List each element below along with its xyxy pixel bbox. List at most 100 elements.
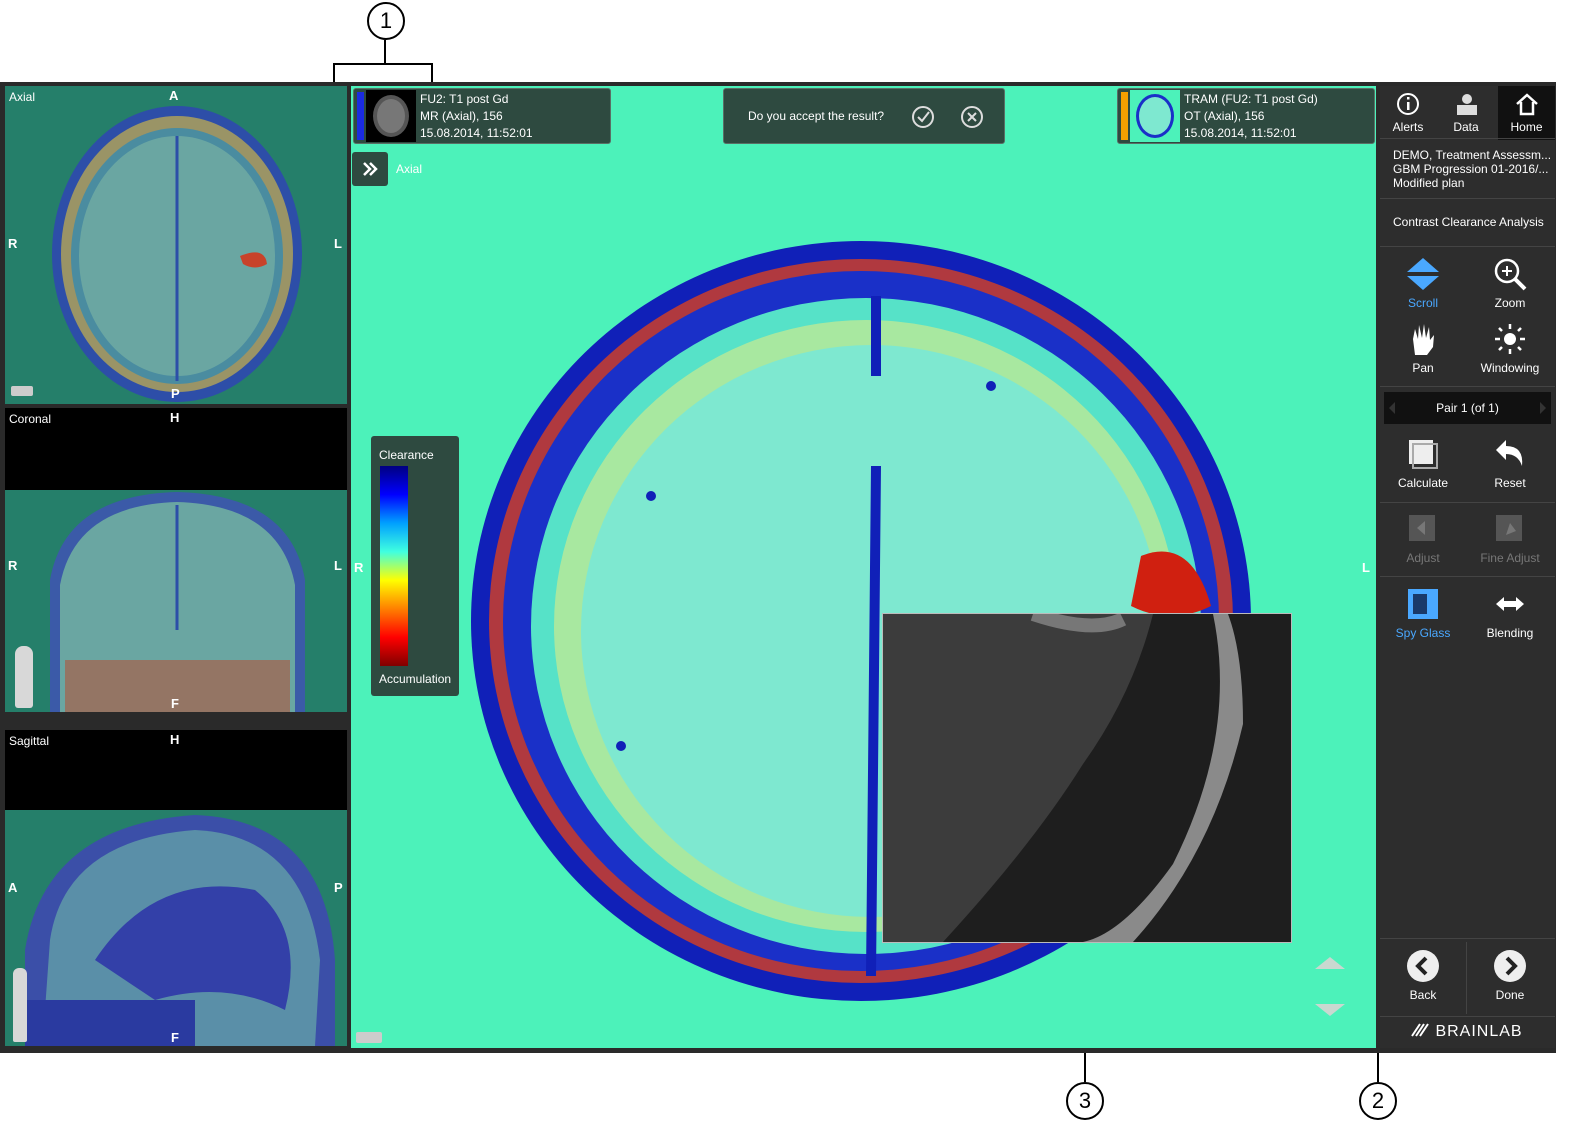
axial-orient-top: A	[169, 88, 179, 103]
main-view-label: Axial	[396, 162, 423, 176]
coronal-orient-right: L	[334, 558, 342, 573]
undo-icon	[1496, 440, 1523, 466]
scroll-tool[interactable]: Scroll	[1380, 256, 1466, 310]
coronal-orient-top: H	[170, 410, 180, 425]
sagittal-image	[25, 815, 335, 1046]
overlay-info-box[interactable]: TRAM (FU2: T1 post Gd) OT (Axial), 156 1…	[1117, 88, 1375, 144]
axial-orient-right: L	[334, 236, 342, 251]
back-arrow-icon	[1407, 950, 1439, 982]
expand-panel-button[interactable]	[352, 152, 388, 186]
info-icon	[1397, 93, 1419, 115]
pan-label: Pan	[1412, 361, 1434, 375]
zoom-icon	[1494, 258, 1527, 291]
double-chevron-right-icon	[363, 162, 378, 176]
spy-glass-icon	[1408, 589, 1438, 619]
adjust-label: Adjust	[1406, 551, 1440, 565]
camera-icon[interactable]	[11, 386, 33, 396]
coronal-label: Coronal	[9, 412, 52, 426]
fine-adjust-icon	[1496, 515, 1522, 541]
sagittal-orient-right: P	[334, 880, 343, 895]
scroll-label: Scroll	[1407, 296, 1438, 310]
plan-status: Modified plan	[1393, 176, 1465, 190]
spy-glass-label: Spy Glass	[1395, 626, 1451, 640]
brightness-icon	[1495, 324, 1525, 354]
body-orientation-icon	[15, 646, 33, 708]
overlay-date: 15.08.2014, 11:52:01	[1184, 126, 1297, 140]
legend-color-bar	[380, 466, 408, 666]
data-icon	[1457, 94, 1477, 115]
sagittal-viewport[interactable]: Sagittal H F A P	[5, 730, 347, 1046]
axial-viewport[interactable]: Axial A P R L	[5, 86, 347, 404]
done-label: Done	[1495, 988, 1525, 1002]
main-axial-viewport[interactable]	[351, 86, 1376, 1048]
data-label: Data	[1453, 120, 1479, 134]
overlay-thumbnail	[1130, 90, 1180, 142]
spy-glass-tool[interactable]: Spy Glass	[1380, 586, 1466, 640]
zoom-label: Zoom	[1494, 296, 1526, 310]
windowing-label: Windowing	[1480, 361, 1540, 375]
axial-label: Axial	[9, 90, 36, 104]
back-button[interactable]: Back	[1380, 948, 1466, 1002]
alerts-button[interactable]: Alerts	[1380, 92, 1436, 134]
analysis-title: Contrast Clearance Analysis	[1393, 215, 1544, 229]
series-info-box[interactable]: FU2: T1 post Gd MR (Axial), 156 15.08.20…	[353, 88, 611, 144]
adjust-button[interactable]: Adjust	[1380, 511, 1466, 565]
brainlab-logo: BRAINLAB	[1410, 1022, 1523, 1041]
home-icon	[1515, 93, 1538, 116]
coronal-orient-bottom: F	[171, 696, 179, 711]
chevron-right-icon[interactable]	[1539, 401, 1547, 415]
body-orientation-icon	[13, 968, 27, 1042]
plan-name: GBM Progression 01-2016/...	[1393, 162, 1549, 176]
camera-icon[interactable]	[356, 1032, 382, 1043]
spy-glass-window[interactable]	[882, 613, 1292, 943]
patient-name: DEMO, Treatment Assessm...	[1393, 148, 1552, 162]
calculate-button[interactable]: Calculate	[1380, 436, 1466, 490]
accept-check-icon[interactable]	[910, 104, 936, 130]
main-orient-left: R	[354, 560, 364, 575]
legend-accumulation-label: Accumulation	[379, 672, 452, 686]
right-tool-panel: Alerts Data Home DEMO, Treatment Assessm…	[1380, 86, 1555, 1048]
axial-orient-bottom: P	[171, 386, 180, 401]
blending-label: Blending	[1486, 626, 1534, 640]
pair-selector[interactable]: Pair 1 (of 1)	[1384, 392, 1551, 424]
slice-up-arrow-icon[interactable]	[1313, 955, 1347, 971]
series-date: 15.08.2014, 11:52:01	[420, 126, 533, 140]
done-button[interactable]: Done	[1467, 948, 1553, 1002]
hand-icon	[1413, 324, 1434, 355]
overlay-name: TRAM (FU2: T1 post Gd)	[1184, 92, 1318, 106]
reset-button[interactable]: Reset	[1467, 436, 1553, 490]
windowing-tool[interactable]: Windowing	[1467, 321, 1553, 375]
sagittal-label: Sagittal	[9, 734, 50, 748]
brainlab-logo-icon	[1411, 1023, 1429, 1037]
main-orient-right: L	[1362, 560, 1370, 575]
blending-icon	[1496, 597, 1524, 611]
coronal-viewport[interactable]: Coronal H F R L	[5, 408, 347, 712]
coronal-orient-left: R	[8, 558, 18, 573]
axial-orient-left: R	[8, 236, 18, 251]
scroll-icon	[1407, 258, 1439, 290]
fine-adjust-button[interactable]: Fine Adjust	[1467, 511, 1553, 565]
accept-result-prompt: Do you accept the result?	[723, 88, 1005, 144]
back-label: Back	[1409, 988, 1437, 1002]
pan-tool[interactable]: Pan	[1380, 321, 1466, 375]
clearance-legend: Clearance Accumulation	[371, 436, 459, 696]
axial-image	[52, 106, 302, 402]
calculate-icon	[1409, 440, 1438, 469]
data-button[interactable]: Data	[1438, 92, 1494, 134]
accept-prompt-text: Do you accept the result?	[748, 109, 885, 123]
coronal-image	[50, 492, 305, 712]
series-thumbnail	[366, 90, 416, 142]
series-name: FU2: T1 post Gd	[420, 92, 509, 106]
sagittal-orient-top: H	[170, 732, 180, 747]
sagittal-orient-bottom: F	[171, 1030, 179, 1045]
series-modality: MR (Axial), 156	[420, 109, 503, 123]
reject-close-icon[interactable]	[959, 104, 985, 130]
home-button[interactable]: Home	[1498, 86, 1555, 140]
chevron-left-icon[interactable]	[1388, 401, 1396, 415]
fine-adjust-label: Fine Adjust	[1480, 551, 1540, 565]
slice-down-arrow-icon[interactable]	[1313, 1002, 1347, 1018]
zoom-tool[interactable]: Zoom	[1467, 256, 1553, 310]
adjust-icon	[1409, 515, 1435, 541]
home-label: Home	[1510, 120, 1543, 134]
blending-tool[interactable]: Blending	[1467, 586, 1553, 640]
